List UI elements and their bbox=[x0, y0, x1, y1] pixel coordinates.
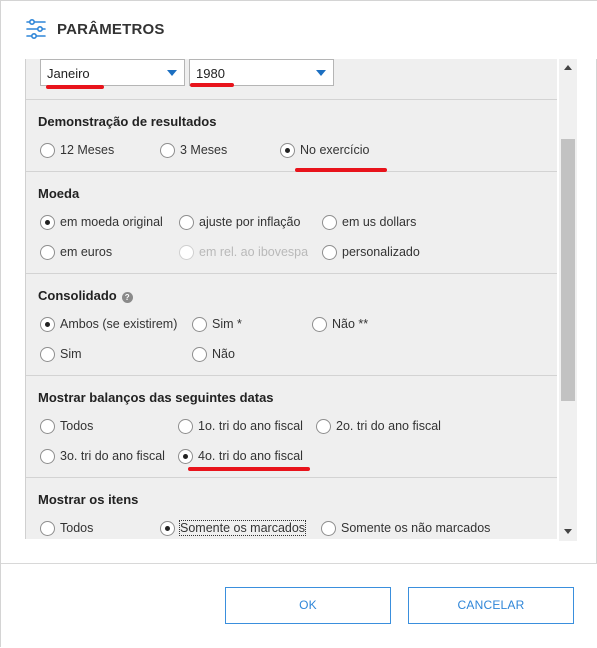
radio-balance-q1[interactable]: 1o. tri do ano fiscal bbox=[178, 418, 303, 434]
radio-currency-euros[interactable]: em euros bbox=[40, 244, 112, 260]
help-icon[interactable]: ? bbox=[121, 292, 133, 303]
radio-items-marked[interactable]: Somente os marcados bbox=[160, 520, 307, 536]
radio-currency-original[interactable]: em moeda original bbox=[40, 214, 163, 230]
radio-button[interactable] bbox=[192, 346, 207, 362]
radio-button[interactable] bbox=[40, 142, 55, 158]
currency-section: Moeda em moeda original ajuste por infla… bbox=[26, 171, 557, 273]
radio-button[interactable] bbox=[178, 418, 193, 434]
radio-button-disabled bbox=[179, 244, 194, 260]
consolidated-title: Consolidado? bbox=[38, 288, 133, 303]
year-select[interactable]: 1980 bbox=[189, 59, 334, 86]
radio-results-no-exercicio[interactable]: No exercício bbox=[280, 142, 369, 158]
radio-consolidated-no[interactable]: Não bbox=[192, 346, 235, 362]
radio-button[interactable] bbox=[40, 244, 55, 260]
chevron-down-icon bbox=[316, 70, 326, 76]
radio-button[interactable] bbox=[322, 214, 337, 230]
month-select-value: Janeiro bbox=[47, 66, 90, 81]
month-select[interactable]: Janeiro bbox=[40, 59, 185, 86]
radio-currency-ibovespa: em rel. ao ibovespa bbox=[179, 244, 308, 260]
balance-dates-section: Mostrar balanços das seguintes datas Tod… bbox=[26, 375, 557, 477]
radio-balance-all[interactable]: Todos bbox=[40, 418, 93, 434]
parameters-dialog: PARÂMETROS Janeiro 1980 Demonstração de … bbox=[0, 0, 597, 648]
dialog-title: PARÂMETROS bbox=[57, 21, 165, 38]
radio-currency-inflation[interactable]: ajuste por inflação bbox=[179, 214, 300, 230]
annotation-underline bbox=[46, 85, 104, 89]
radio-items-all[interactable]: Todos bbox=[40, 520, 93, 536]
radio-button[interactable] bbox=[322, 244, 337, 260]
radio-button[interactable] bbox=[40, 448, 55, 464]
radio-button-selected[interactable] bbox=[40, 316, 55, 332]
radio-button-selected[interactable] bbox=[160, 520, 175, 536]
radio-consolidated-both[interactable]: Ambos (se existirem) bbox=[40, 316, 177, 332]
radio-balance-q2[interactable]: 2o. tri do ano fiscal bbox=[316, 418, 441, 434]
scrollbar-thumb[interactable] bbox=[561, 139, 575, 401]
radio-consolidated-yes-star[interactable]: Sim * bbox=[192, 316, 242, 332]
year-select-value: 1980 bbox=[196, 66, 225, 81]
radio-button[interactable] bbox=[321, 520, 336, 536]
radio-button-selected[interactable] bbox=[280, 142, 295, 158]
results-section: Demonstração de resultados 12 Meses 3 Me… bbox=[26, 99, 557, 171]
radio-consolidated-no-star[interactable]: Não ** bbox=[312, 316, 368, 332]
radio-results-3-meses[interactable]: 3 Meses bbox=[160, 142, 227, 158]
scroll-down-arrow-icon[interactable] bbox=[564, 529, 572, 534]
items-title: Mostrar os itens bbox=[38, 492, 139, 507]
radio-button[interactable] bbox=[179, 214, 194, 230]
vertical-scrollbar[interactable] bbox=[559, 59, 577, 541]
results-title: Demonstração de resultados bbox=[38, 114, 217, 129]
cancel-button[interactable]: CANCELAR bbox=[408, 587, 574, 624]
radio-button[interactable] bbox=[312, 316, 327, 332]
radio-balance-q3[interactable]: 3o. tri do ano fiscal bbox=[40, 448, 165, 464]
items-section: Mostrar os itens Todos Somente os marcad… bbox=[26, 477, 557, 539]
radio-button[interactable] bbox=[192, 316, 207, 332]
radio-currency-usd[interactable]: em us dollars bbox=[322, 214, 416, 230]
annotation-underline bbox=[190, 83, 234, 87]
annotation-underline bbox=[188, 467, 310, 471]
radio-button[interactable] bbox=[40, 520, 55, 536]
radio-button[interactable] bbox=[40, 346, 55, 362]
scroll-up-arrow-icon[interactable] bbox=[564, 65, 572, 70]
sliders-icon bbox=[26, 18, 46, 40]
radio-items-unmarked[interactable]: Somente os não marcados bbox=[321, 520, 490, 536]
parameters-panel: Janeiro 1980 Demonstração de resultados … bbox=[25, 59, 557, 539]
radio-button[interactable] bbox=[40, 418, 55, 434]
radio-consolidated-yes[interactable]: Sim bbox=[40, 346, 82, 362]
radio-balance-q4[interactable]: 4o. tri do ano fiscal bbox=[178, 448, 303, 464]
currency-title: Moeda bbox=[38, 186, 80, 201]
dialog-header: PARÂMETROS bbox=[1, 1, 597, 59]
annotation-underline bbox=[295, 168, 387, 172]
radio-currency-custom[interactable]: personalizado bbox=[322, 244, 420, 260]
radio-button[interactable] bbox=[160, 142, 175, 158]
balance-dates-title: Mostrar balanços das seguintes datas bbox=[38, 390, 274, 405]
radio-button[interactable] bbox=[316, 418, 331, 434]
consolidated-section: Consolidado? Ambos (se existirem) Sim * … bbox=[26, 273, 557, 375]
radio-button-selected[interactable] bbox=[178, 448, 193, 464]
ok-button[interactable]: OK bbox=[225, 587, 391, 624]
radio-button-selected[interactable] bbox=[40, 214, 55, 230]
chevron-down-icon bbox=[167, 70, 177, 76]
radio-results-12-meses[interactable]: 12 Meses bbox=[40, 142, 114, 158]
